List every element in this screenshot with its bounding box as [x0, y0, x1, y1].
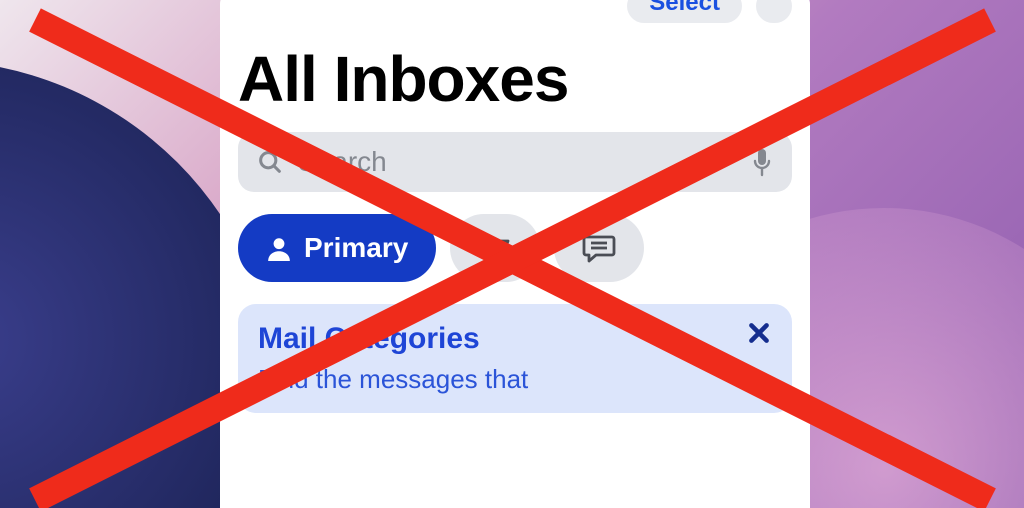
banner-title: Mail Categories: [258, 322, 772, 356]
search-icon: [256, 148, 284, 176]
banner-body: Find the messages that: [258, 364, 772, 395]
microphone-icon[interactable]: [750, 147, 774, 177]
select-button[interactable]: Select: [627, 0, 742, 23]
page-title-area: All Inboxes: [220, 18, 810, 132]
banner-close-button[interactable]: [742, 316, 776, 350]
search-input[interactable]: [298, 146, 736, 178]
page-title: All Inboxes: [238, 42, 792, 116]
category-shopping-pill[interactable]: [450, 214, 540, 282]
topbar: Select: [220, 0, 810, 18]
close-icon: [746, 320, 772, 346]
cart-icon: [478, 233, 512, 263]
stage: Select All Inboxes: [0, 0, 1024, 508]
chat-icon: [582, 233, 616, 263]
category-filter-row: Primary: [220, 192, 810, 304]
category-primary-label: Primary: [304, 232, 408, 264]
mail-app-window: Select All Inboxes: [220, 0, 810, 508]
search-field[interactable]: [238, 132, 792, 192]
select-button-label: Select: [649, 0, 720, 16]
category-updates-pill[interactable]: [554, 214, 644, 282]
mail-categories-banner: Mail Categories Find the messages that: [238, 304, 792, 413]
category-primary-pill[interactable]: Primary: [238, 214, 436, 282]
person-icon: [266, 235, 292, 261]
